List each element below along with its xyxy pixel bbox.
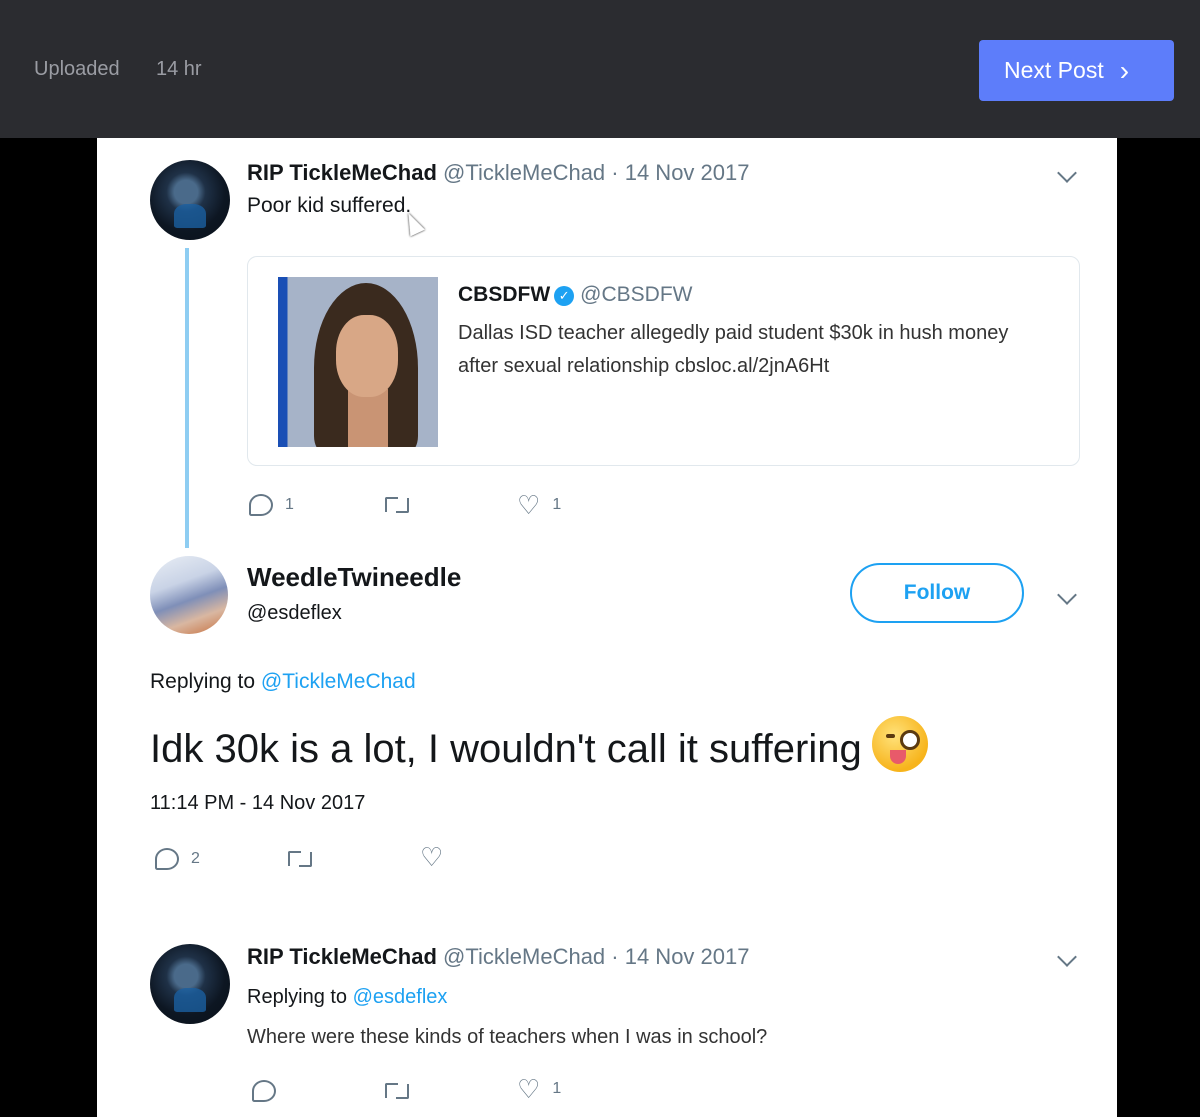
replying-prefix: Replying to [247, 986, 348, 1008]
mouse-cursor-icon [401, 209, 425, 237]
replying-to: Replying to @esdeflex [247, 986, 447, 1009]
retweet-button[interactable] [383, 494, 423, 514]
retweet-button[interactable] [286, 848, 326, 868]
quoted-tweet-image [278, 277, 438, 447]
retweet-icon [286, 848, 314, 868]
tweet-timestamp[interactable]: 11:14 PM - 14 Nov 2017 [150, 792, 365, 815]
replying-to-link[interactable]: @esdeflex [353, 986, 448, 1008]
tweet-thread: RIP TickleMeChad @TickleMeChad · 14 Nov … [97, 138, 1117, 1117]
like-button[interactable]: ♡ 1 [517, 1076, 561, 1102]
reply-count: 1 [285, 496, 294, 513]
heart-icon: ♡ [517, 1074, 541, 1104]
tweet-text: Poor kid suffered. [247, 194, 412, 217]
chevron-down-icon[interactable] [1057, 585, 1077, 605]
tweet-handle: @esdeflex [247, 602, 342, 624]
heart-icon: ♡ [517, 490, 541, 520]
reply-icon [252, 1080, 276, 1102]
verified-badge-icon: ✓ [554, 286, 575, 306]
avatar[interactable] [150, 160, 230, 240]
reply-icon [155, 848, 179, 870]
next-post-label: Next Post [1004, 57, 1104, 83]
replying-to-link[interactable]: @TickleMeChad [261, 670, 416, 693]
reply-button[interactable]: 2 [155, 848, 200, 870]
reply-button[interactable] [252, 1080, 288, 1102]
like-count: 1 [552, 1080, 562, 1097]
tweet-meta: @TickleMeChad · 14 Nov 2017 [443, 944, 750, 969]
reply-button[interactable]: 1 [249, 494, 294, 516]
tweet-author[interactable]: WeedleTwineedle [247, 562, 461, 593]
main-tweet-text-wrap: Idk 30k is a lot, I wouldn't call it suf… [150, 716, 928, 772]
reply-count: 2 [191, 850, 200, 867]
quoted-author: CBSDFW [458, 283, 551, 306]
like-count: 1 [552, 496, 562, 513]
main-tweet-text: Idk 30k is a lot, I wouldn't call it suf… [150, 727, 862, 771]
thread-line [185, 248, 189, 548]
reply-icon [249, 494, 273, 516]
follow-button[interactable]: Follow [850, 563, 1024, 623]
replying-prefix: Replying to [150, 670, 256, 693]
retweet-icon [383, 494, 411, 514]
quoted-text: Dallas ISD teacher allegedly paid studen… [458, 322, 1009, 377]
uploaded-label: Uploaded [34, 58, 120, 80]
heart-icon: ♡ [420, 842, 444, 872]
quoted-handle: @CBSDFW [580, 283, 693, 306]
tweet-author[interactable]: RIP TickleMeChad [247, 160, 437, 185]
chevron-down-icon[interactable] [1057, 947, 1077, 967]
retweet-icon [383, 1080, 411, 1100]
chevron-down-icon[interactable] [1057, 163, 1077, 183]
tweet-text: Where were these kinds of teachers when … [247, 1026, 768, 1048]
top-bar: Uploaded 14 hr Next Post › [0, 0, 1200, 138]
chevron-right-icon: › [1119, 54, 1130, 86]
uploaded-time: 14 hr [156, 58, 202, 80]
avatar[interactable] [150, 556, 228, 634]
tweet-author[interactable]: RIP TickleMeChad [247, 944, 437, 969]
quoted-tweet-card[interactable]: CBSDFW ✓ @CBSDFW Dallas ISD teacher allege… [247, 256, 1080, 466]
retweet-button[interactable] [383, 1080, 423, 1100]
replying-to: Replying to @TickleMeChad [150, 670, 416, 694]
next-post-button[interactable]: Next Post › [979, 40, 1174, 101]
avatar[interactable] [150, 944, 230, 1024]
like-button[interactable]: ♡ 1 [517, 492, 561, 518]
like-button[interactable]: ♡ [420, 844, 455, 870]
tweet-meta: @TickleMeChad · 14 Nov 2017 [443, 160, 750, 185]
winking-tongue-emoji-icon [871, 716, 928, 772]
